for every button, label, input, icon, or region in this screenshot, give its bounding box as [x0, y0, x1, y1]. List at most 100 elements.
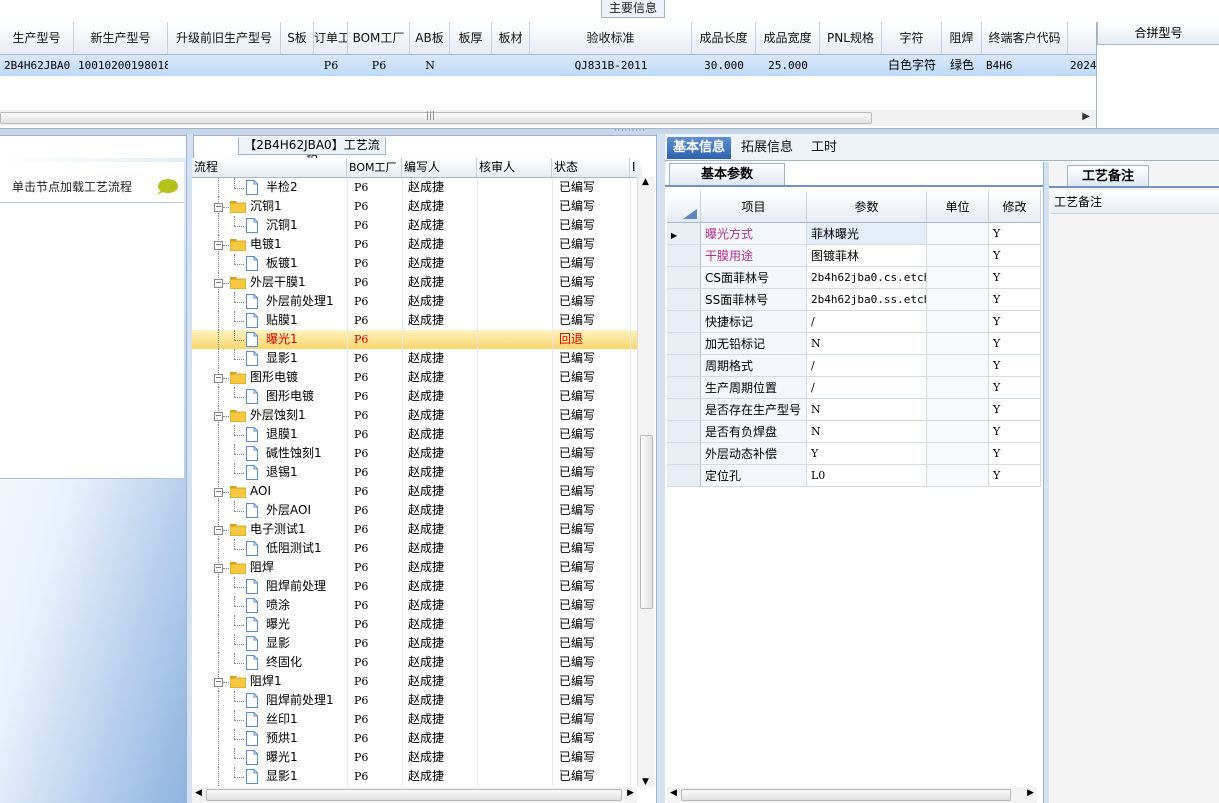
- param-modify-flag[interactable]: Y: [989, 333, 1041, 355]
- row-indicator[interactable]: [667, 289, 701, 311]
- flow-group-row[interactable]: − 外层干膜1 P6 赵成捷 已编写: [192, 273, 638, 292]
- row-indicator[interactable]: [667, 399, 701, 421]
- param-modify-flag[interactable]: Y: [989, 289, 1041, 311]
- main-info-cell-overflow[interactable]: 2024: [1070, 55, 1096, 76]
- flow-group-row[interactable]: − AOI P6 赵成捷 已编写: [192, 482, 638, 501]
- row-indicator[interactable]: [667, 465, 701, 487]
- flow-step-row[interactable]: 退锡1 P6 赵成捷 已编写: [192, 463, 638, 482]
- scroll-down-arrow-icon[interactable]: ▼: [642, 777, 649, 787]
- param-unit[interactable]: [927, 355, 989, 377]
- main-info-cell[interactable]: 10010200198018: [78, 55, 168, 76]
- main-info-col-header[interactable]: 验收标准: [530, 22, 692, 54]
- param-row[interactable]: 干膜用途 图镀菲林 Y: [667, 245, 1041, 267]
- param-row[interactable]: SS面菲林号 2b4h62jba0.ss.etch Y: [667, 289, 1041, 311]
- main-info-cell[interactable]: 30.000: [692, 55, 756, 76]
- flow-step-row[interactable]: 退膜1 P6 赵成捷 已编写: [192, 425, 638, 444]
- scroll-thumb[interactable]: [0, 112, 872, 124]
- param-value[interactable]: 菲林曝光: [807, 223, 927, 245]
- main-info-col-header[interactable]: 终端客户代码: [982, 22, 1068, 54]
- main-info-col-header[interactable]: 板厚: [450, 22, 492, 54]
- node-list-area[interactable]: [0, 203, 184, 479]
- scroll-left-arrow-icon[interactable]: ◀: [195, 788, 202, 798]
- row-indicator[interactable]: [667, 377, 701, 399]
- main-info-col-header[interactable]: 新生产型号: [74, 22, 168, 54]
- param-row[interactable]: 周期格式 / Y: [667, 355, 1041, 377]
- main-info-cell[interactable]: P6: [314, 55, 348, 76]
- main-info-cell[interactable]: QJ831B-2011: [530, 55, 692, 76]
- param-unit[interactable]: [927, 399, 989, 421]
- param-value[interactable]: /: [807, 377, 927, 399]
- flow-step-row[interactable]: 阻焊前处理1 P6 赵成捷 已编写: [192, 691, 638, 710]
- flow-hscrollbar[interactable]: ◀ ▶: [192, 787, 637, 803]
- param-header-modify[interactable]: 修改: [989, 191, 1041, 223]
- main-info-cell[interactable]: [820, 55, 882, 76]
- main-info-cell[interactable]: 绿色: [942, 55, 982, 76]
- flow-step-row[interactable]: 丝印1 P6 赵成捷 已编写: [192, 710, 638, 729]
- param-value[interactable]: N: [807, 421, 927, 443]
- main-info-row[interactable]: 2B4H62JBA0 10010200198018 P6 P6 N QJ831B-2011…: [0, 55, 1096, 76]
- flow-header-name[interactable]: 流程: [192, 158, 347, 177]
- flow-step-row[interactable]: 终固化 P6 赵成捷 已编写: [192, 653, 638, 672]
- param-unit[interactable]: [927, 421, 989, 443]
- flow-step-row[interactable]: 阻焊前处理 P6 赵成捷 已编写: [192, 577, 638, 596]
- flow-group-row[interactable]: − 电镀1 P6 赵成捷 已编写: [192, 235, 638, 254]
- param-row[interactable]: 是否存在生产型号 N Y: [667, 399, 1041, 421]
- main-info-col-header[interactable]: BOM工厂: [348, 22, 410, 54]
- collapse-toggle-icon[interactable]: −: [214, 488, 223, 497]
- param-modify-flag[interactable]: Y: [989, 355, 1041, 377]
- collapse-toggle-icon[interactable]: −: [214, 564, 223, 573]
- param-value[interactable]: Y: [807, 443, 927, 465]
- flow-group-row[interactable]: − 外层蚀刻1 P6 赵成捷 已编写: [192, 406, 638, 425]
- main-info-cell[interactable]: [168, 55, 281, 76]
- row-indicator[interactable]: [667, 421, 701, 443]
- scroll-right-arrow-icon[interactable]: ▶: [1082, 111, 1090, 122]
- flow-header-status[interactable]: 状态: [552, 158, 630, 177]
- param-unit[interactable]: [927, 311, 989, 333]
- row-indicator[interactable]: [667, 311, 701, 333]
- flow-step-row[interactable]: 碱性蚀刻1 P6 赵成捷 已编写: [192, 444, 638, 463]
- main-info-col-header[interactable]: 订单工厂: [314, 22, 348, 54]
- flow-step-row[interactable]: 曝光1 P6 回退: [192, 330, 638, 349]
- param-modify-flag[interactable]: Y: [989, 465, 1041, 487]
- param-modify-flag[interactable]: Y: [989, 377, 1041, 399]
- flow-group-row[interactable]: − 沉铜1 P6 赵成捷 已编写: [192, 197, 638, 216]
- flow-step-row[interactable]: 显影 P6 赵成捷 已编写: [192, 634, 638, 653]
- main-info-col-header[interactable]: 阻焊: [942, 22, 982, 54]
- param-row[interactable]: 外层动态补偿 Y Y: [667, 443, 1041, 465]
- flow-step-row[interactable]: 板镀1 P6 赵成捷 已编写: [192, 254, 638, 273]
- flow-group-row[interactable]: − 阻焊1 P6 赵成捷 已编写: [192, 672, 638, 691]
- param-unit[interactable]: [927, 245, 989, 267]
- main-info-cell[interactable]: 25.000: [756, 55, 820, 76]
- param-header-param[interactable]: 参数: [807, 191, 927, 223]
- param-unit[interactable]: [927, 223, 989, 245]
- flow-step-row[interactable]: 喷涂 P6 赵成捷 已编写: [192, 596, 638, 615]
- param-unit[interactable]: [927, 289, 989, 311]
- flow-step-row[interactable]: 外层前处理1 P6 赵成捷 已编写: [192, 292, 638, 311]
- param-value[interactable]: L0: [807, 465, 927, 487]
- collapse-toggle-icon[interactable]: −: [214, 203, 223, 212]
- tab-basic-params[interactable]: 基本参数: [669, 163, 785, 185]
- main-info-cell[interactable]: [450, 55, 492, 76]
- flow-group-row[interactable]: − 图形电镀 P6 赵成捷 已编写: [192, 368, 638, 387]
- tab-work-hours[interactable]: 工时: [805, 137, 843, 159]
- flow-header-reviewer[interactable]: 核审人: [477, 158, 552, 177]
- main-info-col-header[interactable]: 升级前旧生产型号: [168, 22, 281, 54]
- row-indicator[interactable]: [667, 443, 701, 465]
- main-info-cell[interactable]: 白色字符: [882, 55, 942, 76]
- flow-vscrollbar[interactable]: ▲ ▼: [637, 177, 654, 787]
- flow-header-bom[interactable]: BOM工厂: [347, 158, 402, 177]
- param-row[interactable]: 生产周期位置 / Y: [667, 377, 1041, 399]
- param-modify-flag[interactable]: Y: [989, 399, 1041, 421]
- main-info-col-header[interactable]: AB板: [410, 22, 450, 54]
- collapse-toggle-icon[interactable]: −: [214, 412, 223, 421]
- flow-step-row[interactable]: 曝光 P6 赵成捷 已编写: [192, 615, 638, 634]
- flow-step-row[interactable]: 显影1 P6 赵成捷 已编写: [192, 767, 638, 786]
- param-value[interactable]: 图镀菲林: [807, 245, 927, 267]
- flow-step-row[interactable]: 低阻测试1 P6 赵成捷 已编写: [192, 539, 638, 558]
- param-value[interactable]: /: [807, 355, 927, 377]
- main-info-cell[interactable]: [281, 55, 314, 76]
- main-info-cell[interactable]: N: [410, 55, 450, 76]
- param-value[interactable]: N: [807, 399, 927, 421]
- param-modify-flag[interactable]: Y: [989, 311, 1041, 333]
- param-modify-flag[interactable]: Y: [989, 267, 1041, 289]
